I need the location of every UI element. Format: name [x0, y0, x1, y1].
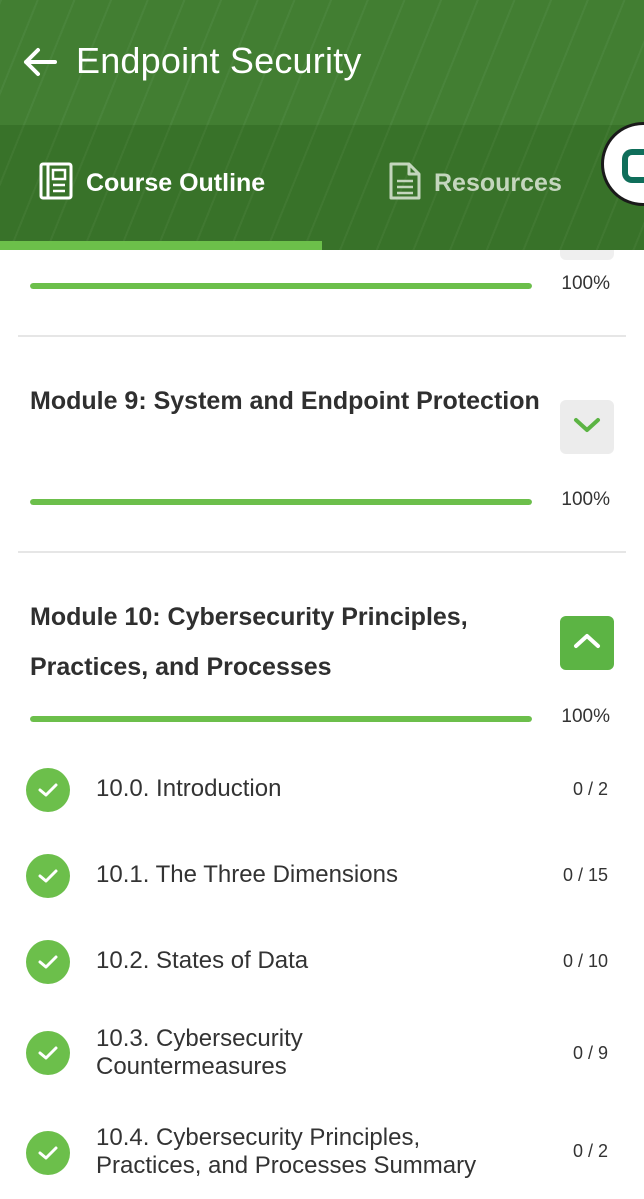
lesson-item[interactable]: 10.2. States of Data 0 / 10: [0, 940, 644, 984]
progress-fill: [30, 499, 532, 505]
document-icon: [388, 162, 422, 205]
top-bar: Endpoint Security: [0, 0, 644, 125]
progress-percent: 100%: [561, 273, 610, 294]
lesson-progress-count: 0 / 10: [562, 951, 608, 971]
divider: [18, 551, 626, 553]
progress-fill: [30, 283, 532, 289]
tab-resources[interactable]: Resources: [388, 125, 562, 241]
module-9-progress: 100%: [30, 487, 620, 517]
divider: [18, 335, 626, 337]
checkmark-icon: [26, 1131, 70, 1175]
chevron-up-icon: [573, 632, 601, 655]
lesson-item[interactable]: 10.0. Introduction 0 / 2: [0, 768, 644, 812]
progress-percent: 100%: [561, 706, 610, 727]
progress-track: [30, 499, 532, 505]
progress-track: [30, 716, 532, 722]
lesson-title: 10.4. Cybersecurity Principles, Practice…: [96, 1124, 477, 1179]
back-arrow-icon[interactable]: [20, 42, 60, 82]
tab-label: Course Outline: [86, 168, 266, 197]
book-icon: [38, 162, 74, 205]
lesson-title: 10.2. States of Data: [96, 947, 309, 974]
tab-label: Resources: [434, 168, 562, 197]
lesson-title: 10.0. Introduction: [96, 775, 282, 802]
active-tab-indicator: [0, 241, 322, 250]
module-9-toggle-button[interactable]: [560, 400, 614, 454]
course-outline-list[interactable]: 100% Module 9: System and Endpoint Prote…: [0, 250, 644, 1199]
lesson-item[interactable]: 10.3. Cybersecurity Countermeasures 0 / …: [0, 1024, 644, 1082]
checkmark-icon: [26, 940, 70, 984]
module-10-toggle-button[interactable]: [560, 616, 614, 670]
lesson-progress-count: 0 / 15: [562, 865, 608, 885]
tab-course-outline[interactable]: Course Outline: [38, 125, 265, 241]
lesson-item[interactable]: 10.4. Cybersecurity Principles, Practice…: [0, 1123, 644, 1181]
lesson-progress-count: 0 / 2: [572, 779, 608, 799]
chevron-down-icon: [573, 416, 601, 439]
progress-fill: [30, 716, 532, 722]
tab-bar: Course Outline Resources: [0, 125, 644, 250]
lesson-item[interactable]: 10.1. The Three Dimensions 0 / 15: [0, 854, 644, 898]
module-8-toggle-button[interactable]: [560, 250, 614, 260]
checkmark-icon: [26, 854, 70, 898]
lesson-progress-count: 0 / 2: [572, 1141, 608, 1161]
lesson-title: 10.3. Cybersecurity Countermeasures: [96, 1025, 303, 1080]
page-title: Endpoint Security: [76, 40, 362, 81]
lesson-progress-count: 0 / 9: [572, 1043, 608, 1063]
module-8-progress: 100%: [30, 271, 620, 301]
progress-track: [30, 283, 532, 289]
module-10-title[interactable]: Module 10: Cybersecurity Principles, Pra…: [30, 592, 540, 692]
checkmark-icon: [26, 1031, 70, 1075]
chat-icon: [622, 149, 644, 183]
module-10-progress: 100%: [30, 704, 620, 734]
lesson-title: 10.1. The Three Dimensions: [96, 861, 398, 888]
progress-percent: 100%: [561, 489, 610, 510]
module-9-title[interactable]: Module 9: System and Endpoint Protection: [30, 376, 540, 426]
checkmark-icon: [26, 768, 70, 812]
app-header: Endpoint Security Course Outline Resourc…: [0, 0, 644, 250]
